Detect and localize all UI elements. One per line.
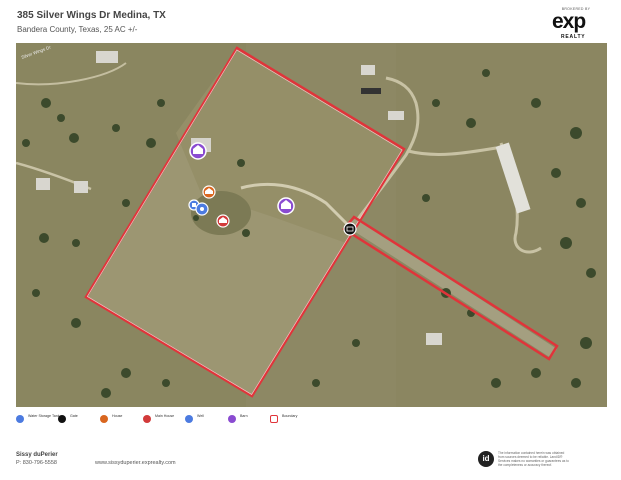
- water-tank-icon: [192, 203, 196, 207]
- main-house-icon: [143, 415, 151, 423]
- header: 385 Silver Wings Dr Medina, TX Bandera C…: [0, 0, 621, 42]
- gate-marker[interactable]: [343, 222, 357, 236]
- structure-ne-2: [388, 111, 404, 120]
- page-subtitle: Bandera County, Texas, 25 AC +/-: [17, 25, 138, 34]
- agent-phone: P: 830-796-5558: [16, 460, 57, 466]
- barn-marker-2[interactable]: [277, 197, 295, 215]
- solar-panels: [361, 88, 381, 94]
- gate-icon: [58, 415, 66, 423]
- map-canvas: Silver Wings Dr: [16, 43, 607, 407]
- disclaimer: The information contained herein was obt…: [498, 451, 569, 467]
- house-icon: [100, 415, 108, 423]
- well-icon: [185, 415, 193, 423]
- well-marker[interactable]: [195, 202, 209, 216]
- map-legend: Water Storage Tank Gate House Main House…: [0, 412, 621, 426]
- structure-w-2: [74, 181, 88, 193]
- mls-watermark: 2026 LERA MLS: [514, 468, 582, 477]
- logo-realty: REALTY: [561, 34, 586, 40]
- structure-w-1: [36, 178, 50, 190]
- water-tank-icon: [16, 415, 24, 423]
- page-title: 385 Silver Wings Dr Medina, TX: [17, 10, 166, 21]
- legend-label: Boundary: [282, 414, 298, 418]
- structure-nw: [96, 51, 118, 63]
- satellite-map[interactable]: Silver Wings Dr: [16, 43, 607, 407]
- well-icon: [200, 207, 204, 211]
- exp-realty-logo: BROKERED BY exp REALTY: [550, 7, 602, 41]
- boundary-icon: [270, 415, 278, 423]
- logo-mark: exp: [552, 10, 586, 33]
- house-marker[interactable]: [202, 185, 216, 199]
- terrain-east: [396, 43, 607, 407]
- main-house-marker[interactable]: [216, 214, 230, 228]
- barn-icon: [228, 415, 236, 423]
- agent-website[interactable]: www.sissyduperier.exprealty.com: [95, 460, 176, 466]
- agent-name: Sissy duPerier: [16, 452, 58, 458]
- barn-marker[interactable]: [189, 142, 207, 160]
- landid-badge: id: [478, 451, 494, 467]
- structure-ne-1: [361, 65, 375, 75]
- structure-se: [426, 333, 442, 345]
